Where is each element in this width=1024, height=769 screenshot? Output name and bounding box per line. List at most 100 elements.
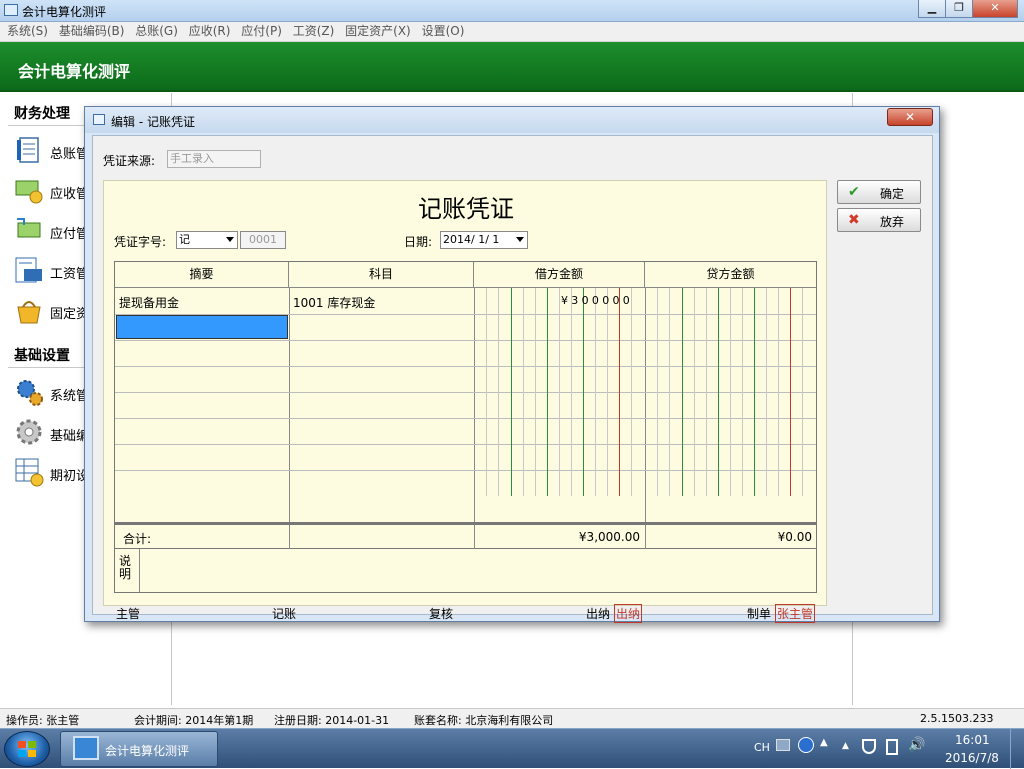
dialog-body: 凭证来源: 手工录入 记账凭证 凭证字号: 记 0001 日期: 2014/ 1…: [92, 135, 933, 623]
voucher-type-label: 凭证字号:: [114, 235, 167, 249]
signature-preparer-stamp: 张主管: [775, 604, 816, 623]
digit-line-thousands: [511, 288, 512, 496]
grid-divider: [289, 525, 290, 549]
total-label: 合计:: [123, 532, 152, 546]
keyboard-icon[interactable]: [776, 739, 790, 751]
menu-receivable[interactable]: 应收(R): [182, 22, 231, 41]
signature-bookkeeper-label: 记账: [272, 607, 297, 621]
show-hidden-icons-icon[interactable]: ▲: [842, 741, 849, 751]
window-close-button[interactable]: ✕: [972, 0, 1018, 18]
windows-logo-icon: [18, 741, 36, 757]
digit-line: [706, 288, 707, 496]
grid-row-line: [115, 470, 816, 471]
clock-time[interactable]: 16:01: [955, 733, 990, 747]
column-header-credit: 贷方金额: [645, 262, 816, 288]
grid-divider: [645, 288, 646, 522]
status-reg-date: 注册日期: 2014-01-31: [274, 714, 390, 727]
edit-voucher-dialog: 编辑 - 记账凭证 ✕ 凭证来源: 手工录入 记账凭证 凭证字号: 记 0001…: [84, 106, 940, 623]
grid-divider: [645, 525, 646, 549]
dialog-close-button[interactable]: ✕: [887, 108, 933, 126]
digit-line-thousands: [682, 288, 683, 496]
confirm-button[interactable]: ✔ 确定: [837, 180, 921, 204]
signature-supervisor-label: 主管: [116, 607, 141, 621]
status-version: 2.5.1503.233: [920, 712, 994, 725]
digit-line: [778, 288, 779, 496]
receivable-icon: [15, 180, 43, 204]
digit-line: [742, 288, 743, 496]
digit-line: [657, 288, 658, 496]
grid-divider: [289, 288, 290, 522]
voucher-number-field: 0001: [240, 231, 286, 249]
menu-system[interactable]: 系统(S): [0, 22, 48, 41]
date-value: 2014/ 1/ 1: [443, 233, 500, 246]
device-icon[interactable]: [886, 739, 898, 755]
clock-date[interactable]: 2016/7/8: [945, 751, 999, 765]
cancel-button[interactable]: ✖ 放弃: [837, 208, 921, 232]
volume-icon[interactable]: 🔊: [908, 737, 925, 753]
tray-overflow-icon[interactable]: ▲: [820, 737, 828, 748]
digit-line: [571, 288, 572, 496]
window-titlebar[interactable]: 会计电算化测评 ▁ ❐ ✕: [0, 0, 1024, 22]
row1-account-cell[interactable]: 1001 库存现金: [293, 294, 375, 311]
digit-line-thousands: [583, 288, 584, 496]
payroll-icon: [15, 257, 42, 283]
digit-line: [535, 288, 536, 496]
voucher-panel: 记账凭证 凭证字号: 记 0001 日期: 2014/ 1/ 1 摘要 科目 借…: [103, 180, 827, 623]
start-button[interactable]: [4, 731, 50, 767]
digit-line: [498, 288, 499, 496]
input-language[interactable]: CH: [754, 741, 770, 754]
dialog-title: 编辑 - 记账凭证: [111, 115, 195, 129]
monitor-icon: [73, 736, 99, 760]
total-row: 合计: ¥3,000.00 ¥0.00: [114, 523, 817, 549]
menu-general-ledger[interactable]: 总账(G): [128, 22, 178, 41]
note-row: 说明: [114, 549, 817, 593]
cancel-label: 放弃: [880, 215, 905, 229]
grid-divider: [474, 525, 475, 549]
digit-line: [730, 288, 731, 496]
menu-payable[interactable]: 应付(P): [234, 22, 282, 41]
grid-divider: [474, 288, 475, 522]
total-credit: ¥0.00: [777, 530, 812, 544]
checkmark-icon: ✔: [848, 184, 860, 200]
digit-line-thousands: [754, 288, 755, 496]
menu-settings[interactable]: 设置(O): [415, 22, 465, 41]
digit-line: [694, 288, 695, 496]
row1-debit-cell[interactable]: ¥300000: [561, 294, 633, 307]
digit-line-decimal: [619, 288, 620, 496]
digit-line: [559, 288, 560, 496]
row1-summary-cell[interactable]: 提现备用金: [119, 294, 179, 311]
status-account-set: 账套名称: 北京海利有限公司: [414, 714, 554, 727]
show-desktop-button[interactable]: [1010, 729, 1024, 769]
security-shield-icon[interactable]: [862, 739, 876, 754]
voucher-type-value: 记: [179, 233, 190, 246]
taskbar-app-item[interactable]: 会计电算化测评: [60, 731, 218, 767]
taskbar: 会计电算化测评 CH ▲ ▲ 🔊 16:01 2016/7/8: [0, 728, 1024, 769]
chevron-down-icon: [516, 237, 524, 242]
digit-line: [766, 288, 767, 496]
app-icon: [4, 4, 18, 16]
signature-row: 主管 记账 复核 出纳 出纳 制单 张主管: [114, 603, 817, 623]
confirm-label: 确定: [880, 187, 905, 201]
menu-basic-codes[interactable]: 基础编码(B): [52, 22, 125, 41]
signature-reviewer-label: 复核: [429, 607, 454, 621]
menu-fixed-assets[interactable]: 固定资产(X): [338, 22, 411, 41]
voucher-type-select[interactable]: 记: [176, 231, 238, 249]
signature-cashier-label: 出纳: [586, 607, 611, 621]
dialog-titlebar[interactable]: 编辑 - 记账凭证 ✕: [85, 107, 939, 133]
close-icon: ✖: [848, 212, 860, 228]
source-label: 凭证来源:: [103, 154, 156, 168]
help-icon[interactable]: [798, 737, 814, 753]
note-input[interactable]: [141, 551, 815, 590]
minimize-button[interactable]: ▁: [918, 0, 946, 18]
menu-payroll[interactable]: 工资(Z): [286, 22, 335, 41]
active-summary-cell[interactable]: [116, 315, 288, 339]
digit-line: [486, 288, 487, 496]
banner-title: 会计电算化测评: [18, 62, 131, 81]
grid-divider: [139, 549, 140, 592]
restore-button[interactable]: ❐: [945, 0, 973, 18]
date-picker[interactable]: 2014/ 1/ 1: [440, 231, 528, 249]
grid-row-line: [115, 444, 816, 445]
section-title-finance: 财务处理: [14, 106, 70, 122]
column-header-debit: 借方金额: [474, 262, 645, 288]
taskbar-app-label: 会计电算化测评: [105, 744, 190, 758]
